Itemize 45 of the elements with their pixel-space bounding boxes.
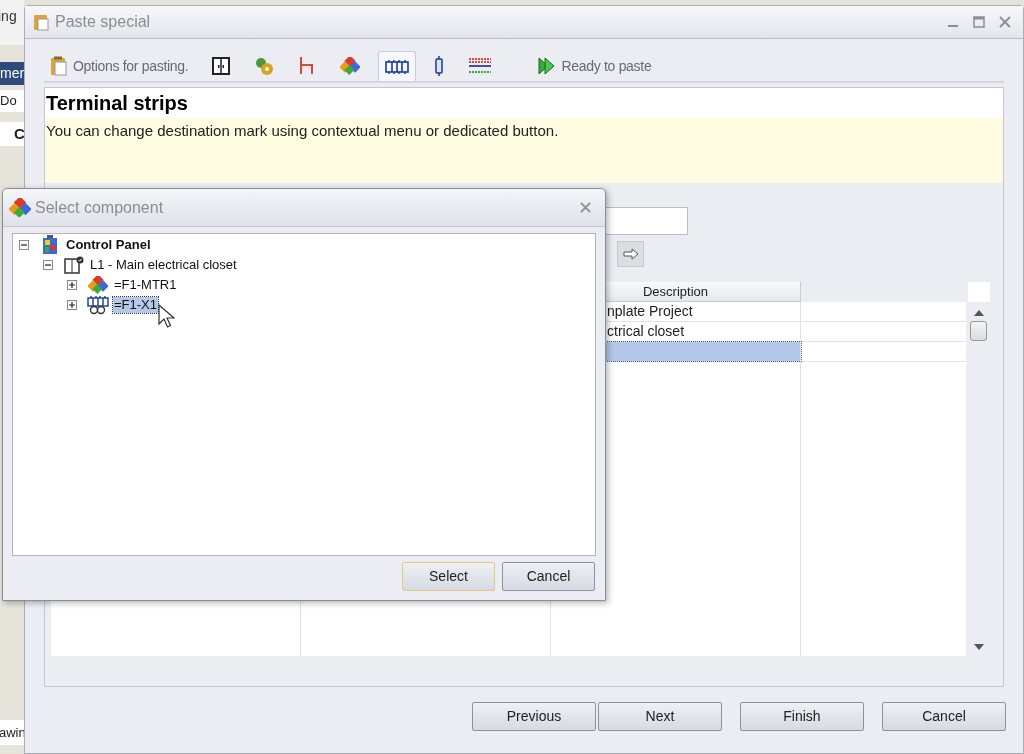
scroll-up-icon[interactable] [973, 310, 984, 316]
minus-box-icon[interactable] [19, 240, 29, 250]
header-text: mer [0, 64, 24, 83]
terminal-strip-icon [385, 58, 410, 75]
clipboard-icon [33, 13, 49, 31]
step-tab[interactable] [378, 51, 417, 81]
cubes-icon [340, 57, 361, 75]
step-tab[interactable]: Options for pasting. [44, 51, 195, 81]
maximize-icon[interactable] [973, 16, 985, 28]
section-title: Terminal strips [46, 91, 188, 116]
close-icon[interactable] [999, 16, 1011, 28]
cabinet-icon [64, 256, 84, 274]
select-button[interactable]: Select [402, 562, 495, 591]
cubes-icon [88, 276, 108, 294]
terminal-strip-icon [87, 295, 109, 315]
project-icon [42, 235, 58, 255]
project-item[interactable]: C [0, 122, 24, 146]
minus-box-icon[interactable] [43, 260, 53, 270]
clipboard-icon [50, 56, 68, 76]
arrow-button[interactable] [617, 241, 644, 267]
cancel-button[interactable]: Cancel [502, 562, 595, 591]
scroll-down-icon[interactable] [973, 644, 984, 650]
next-button[interactable]: Next [598, 702, 722, 731]
cubes-icon [9, 197, 31, 218]
tree-item[interactable]: =F1-MTR1 [113, 277, 178, 293]
cancel-button[interactable]: Cancel [882, 702, 1006, 731]
tree-item[interactable]: L1 - Main electrical closet [89, 257, 238, 273]
plus-box-icon[interactable] [67, 280, 77, 290]
step-tab[interactable]: Ready to paste [532, 51, 658, 81]
dialog-title: Select component [35, 197, 164, 218]
tree-item[interactable]: =F1-X1 [113, 297, 158, 313]
finish-button[interactable]: Finish [740, 702, 864, 731]
window-title: Paste special [55, 12, 151, 32]
section-description: You can change destination mark using contextual menu or dedicated button. [46, 122, 559, 139]
cable-icon [468, 57, 493, 75]
scrollbar-thumb[interactable] [970, 321, 987, 341]
double-arrow-icon [538, 57, 557, 75]
previous-button[interactable]: Previous [472, 702, 596, 731]
close-icon[interactable] [580, 202, 591, 213]
tree-item[interactable]: Control Panel [65, 237, 152, 253]
connector-icon [434, 56, 445, 76]
mouse-cursor-icon [158, 304, 175, 330]
arrow-icon [622, 248, 639, 260]
plus-box-icon[interactable] [67, 300, 77, 310]
cabinet-icon [212, 57, 231, 75]
